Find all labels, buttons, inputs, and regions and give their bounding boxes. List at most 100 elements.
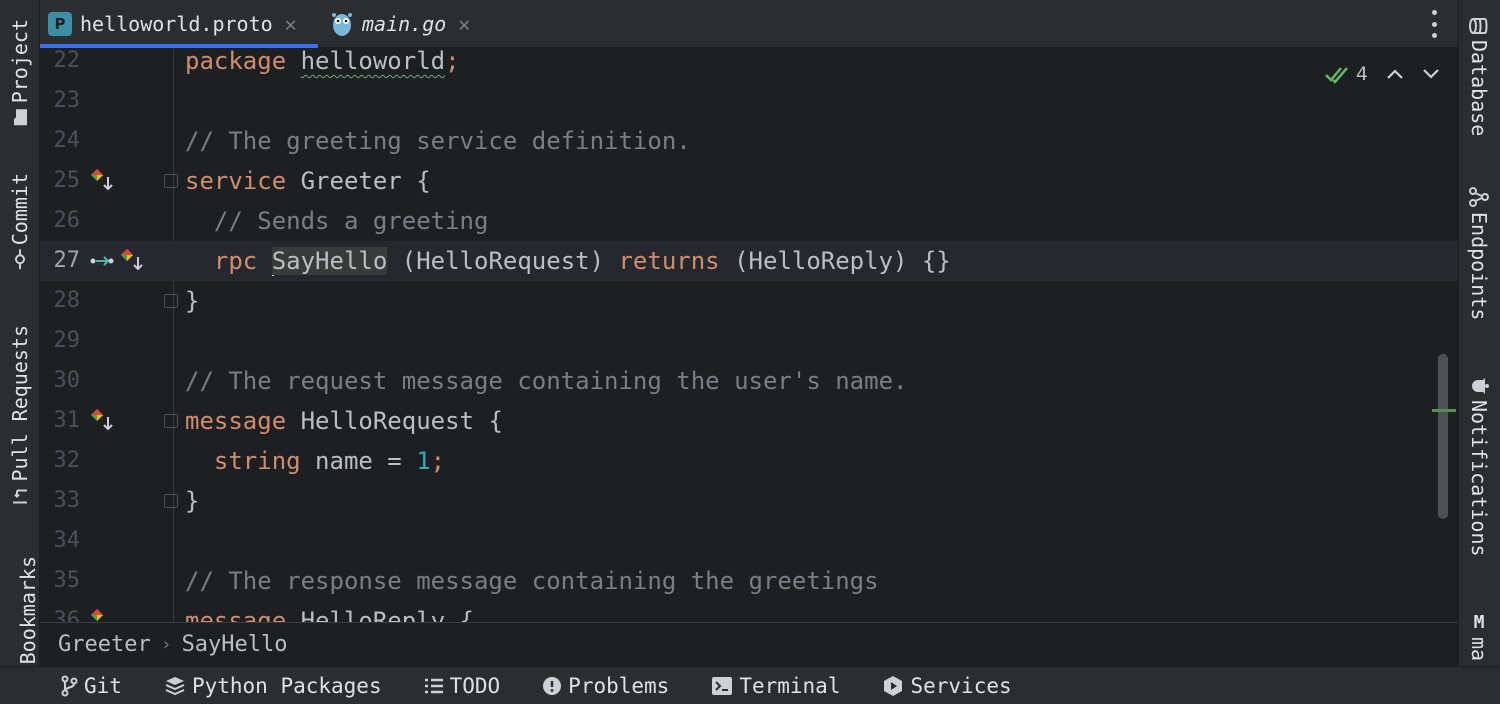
tool-button-python-packages[interactable]: Python Packages [164,674,382,698]
inspections-widget[interactable]: 4 [1324,63,1440,85]
rpc-name: SayHello [271,247,388,275]
keyword: message [185,607,287,622]
message-name: HelloReply { [286,607,474,622]
code-line: 32 string name = 1; [40,441,1458,481]
tool-tab-label: Project [8,19,32,104]
chevron-up-icon[interactable] [1386,68,1404,80]
code-line: 33 } [40,481,1458,521]
grpc-implementation-icon[interactable] [90,407,114,433]
fold-icon[interactable] [164,294,178,308]
service-name: Greeter { [286,167,431,195]
line-number: 31 [53,408,81,433]
keyword: package [185,49,287,75]
problems-icon [543,676,562,695]
proto-file-icon: P [48,12,72,36]
code-line: 29 [40,321,1458,361]
code-line: 35 // The response message containing th… [40,561,1458,601]
terminal-icon [712,676,733,695]
code-line: 22 package helloworld; [40,49,1458,81]
left-tool-strip: Project Commit Pull Requests Bookmarks [0,0,40,666]
fold-icon[interactable] [164,174,178,188]
line-number: 27 [53,248,81,273]
package-name: helloworld [300,49,446,75]
endpoint-icon[interactable] [90,255,114,267]
tool-tab-label: Bookmarks [16,555,40,665]
breadcrumb-item[interactable]: Greeter [58,632,151,657]
close-icon[interactable]: ✕ [285,12,297,36]
closing-brace: } [185,287,200,315]
tool-tab-label: Pull Requests [8,324,32,482]
rpc-reply-type: (HelloReply) {} [719,247,951,275]
fold-icon[interactable] [164,494,178,508]
comment: // Sends a greeting [185,207,489,235]
git-branch-icon [61,675,78,696]
tool-tab-bookmarks[interactable]: Bookmarks [0,555,40,665]
line-number: 33 [53,488,81,513]
code-editor[interactable]: 22 package helloworld; 23 24 // The gree… [40,49,1458,622]
tool-button-label: Python Packages [191,673,382,698]
close-icon[interactable]: ✕ [458,12,470,36]
semicolon: ; [445,49,460,75]
tool-tab-pull-requests[interactable]: Pull Requests [0,315,40,515]
message-name: HelloRequest { [286,407,503,435]
tool-tab-markdown[interactable]: M ma [1458,612,1500,666]
more-options-icon[interactable] [1430,10,1438,38]
line-number: 26 [53,208,81,233]
code-line: 31 message HelloRequest { [40,401,1458,441]
tool-tab-database[interactable]: Database [1458,16,1500,156]
line-number: 32 [53,448,81,473]
chevron-down-icon[interactable] [1422,68,1440,80]
rpc-request-type: (HelloRequest) [387,247,619,275]
field-name: name = [300,447,417,475]
code-line: 30 // The request message containing the… [40,361,1458,401]
tool-tab-endpoints[interactable]: Endpoints [1458,186,1500,336]
tab-helloworld-proto[interactable]: P helloworld.proto ✕ [40,0,318,48]
field-number: 1 [416,447,431,475]
tool-button-label: Git [84,673,122,698]
line-number: 22 [53,49,81,73]
tool-tab-project[interactable]: Project [0,10,40,135]
tool-button-terminal[interactable]: Terminal [711,674,840,698]
line-number: 36 [53,608,81,622]
line-number: 23 [53,88,81,113]
comment: // The response message containing the g… [185,567,879,595]
tool-tab-commit[interactable]: Commit [0,165,40,275]
right-tool-strip: Database Endpoints Notifications M ma [1458,0,1500,666]
line-number: 29 [53,328,81,353]
active-tab-indicator [40,44,318,48]
code-line: 25 service Greeter { [40,161,1458,201]
closing-brace: } [185,487,200,515]
python-packages-icon [165,676,185,695]
tool-button-problems[interactable]: Problems [542,674,669,698]
tab-main-go[interactable]: main.go ✕ [322,0,482,48]
fold-icon[interactable] [164,414,178,428]
keyword: message [185,407,287,435]
line-number: 34 [53,528,81,553]
tab-label: helloworld.proto [80,12,273,36]
tool-tab-label: Database [1467,40,1491,137]
grpc-implementation-icon[interactable] [90,167,114,193]
grpc-implementation-icon[interactable] [90,607,114,622]
double-check-icon [1325,67,1348,84]
tool-button-todo[interactable]: TODO [424,674,500,698]
gopher-icon [332,13,352,36]
editor-tab-bar: P helloworld.proto ✕ main.go ✕ [40,0,1458,48]
breadcrumb: Greeter › SayHello [40,622,1458,666]
tool-tab-notifications[interactable]: Notifications [1458,376,1500,576]
tool-button-git[interactable]: Git [60,674,122,698]
vertical-scrollbar[interactable] [1438,354,1448,519]
tool-button-label: Problems [568,673,670,698]
keyword: rpc [185,247,272,275]
endpoints-icon [1469,187,1489,207]
code-line: 26 // Sends a greeting [40,201,1458,241]
breadcrumb-item[interactable]: SayHello [182,632,288,657]
tool-tab-label: Commit [8,172,32,246]
grpc-implementation-icon[interactable] [120,247,144,273]
bottom-tool-bar: Git Python Packages TODO Problems Termin… [0,666,1500,704]
current-code-line: 27 rpc SayHello (HelloRequest) returns (… [40,241,1458,281]
keyword: returns [618,247,720,275]
code-line: 23 [40,81,1458,121]
line-number: 28 [53,288,81,313]
tool-button-services[interactable]: Services [882,674,1012,698]
line-number: 30 [53,368,81,393]
